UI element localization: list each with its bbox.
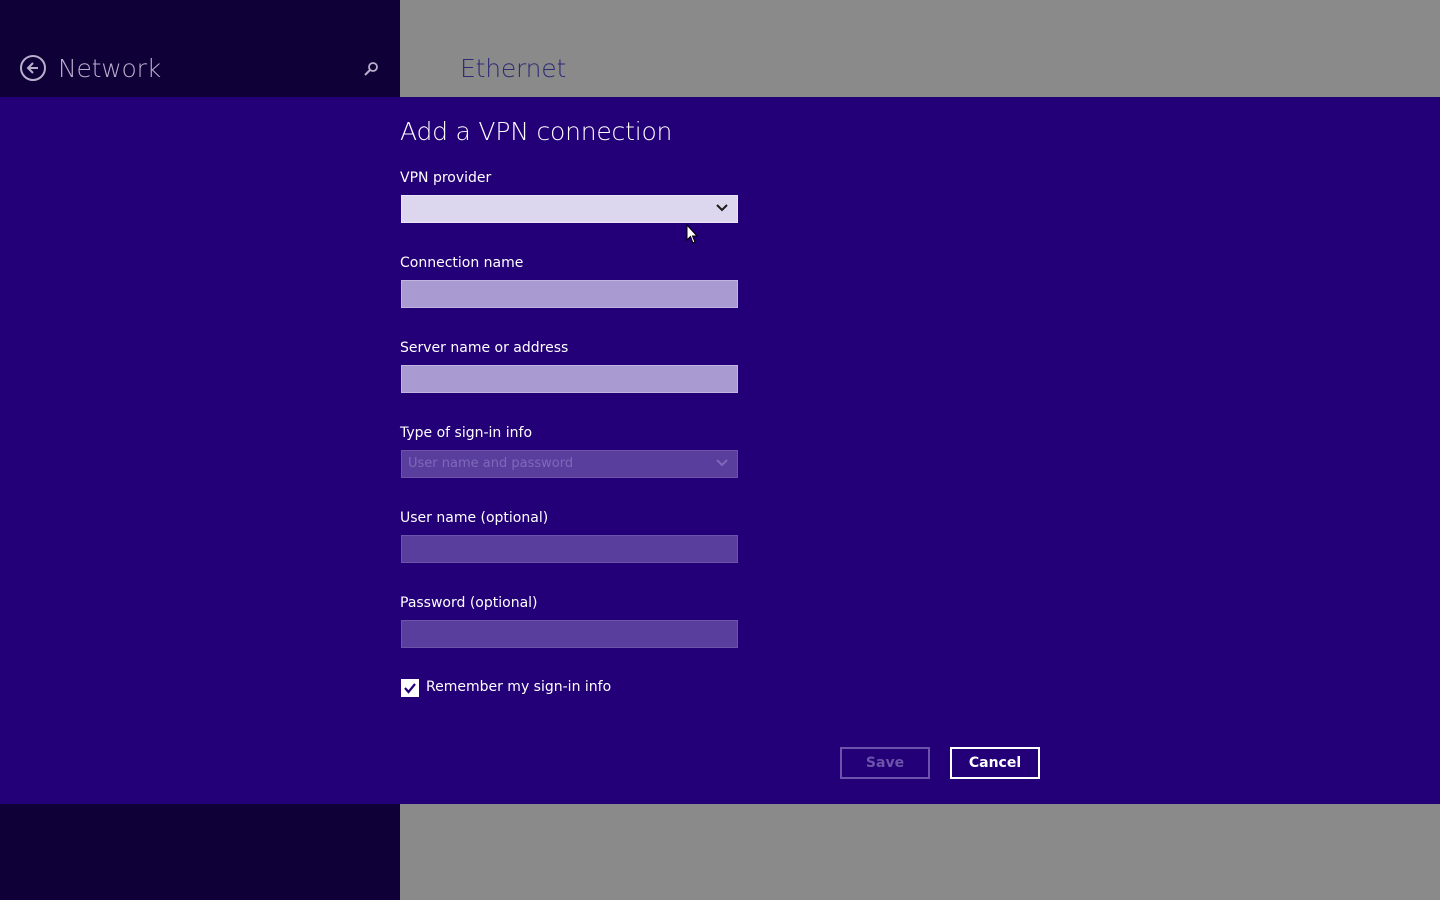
vpn-provider-label: VPN provider	[400, 170, 492, 186]
sign-in-type-value: User name and password	[408, 456, 574, 471]
server-field[interactable]	[401, 365, 738, 393]
remember-label: Remember my sign-in info	[426, 679, 612, 695]
search-icon	[364, 62, 378, 76]
cancel-button[interactable]: Cancel	[950, 747, 1040, 779]
back-arrow-icon	[26, 62, 38, 74]
chevron-down-icon	[716, 204, 728, 212]
checkmark-icon	[404, 683, 416, 694]
page-title: Network	[58, 54, 161, 83]
back-button[interactable]	[20, 55, 46, 81]
sign-in-type-select[interactable]: User name and password	[401, 450, 738, 478]
connection-name-label: Connection name	[400, 255, 524, 271]
mouse-pointer-icon	[686, 224, 699, 244]
server-label: Server name or address	[400, 340, 569, 356]
vpn-dialog: Add a VPN connection VPN provider Connec…	[0, 97, 1440, 804]
search-button[interactable]	[362, 60, 380, 78]
username-label: User name (optional)	[400, 510, 549, 526]
chevron-down-icon	[716, 459, 728, 467]
section-title: Ethernet	[460, 54, 567, 83]
password-label: Password (optional)	[400, 595, 538, 611]
remember-checkbox[interactable]	[401, 679, 419, 697]
vpn-provider-select[interactable]	[401, 195, 738, 223]
save-button[interactable]: Save	[840, 747, 930, 779]
sign-in-type-label: Type of sign-in info	[400, 425, 533, 441]
password-field[interactable]	[401, 620, 738, 648]
username-field[interactable]	[401, 535, 738, 563]
dialog-title: Add a VPN connection	[400, 117, 673, 146]
connection-name-field[interactable]	[401, 280, 738, 308]
